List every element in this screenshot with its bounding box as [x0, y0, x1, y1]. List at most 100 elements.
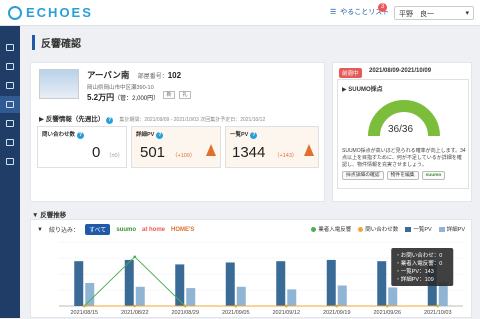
help-icon[interactable]: ? [77, 132, 85, 139]
response-section-title: 反響情報（先週比） [45, 116, 105, 123]
x-tick-label: 2021/08/15 [70, 310, 98, 316]
point-gyosha [133, 255, 137, 259]
chevron-down-icon: ▾ [465, 10, 469, 17]
tooltip-line: ・業者入電反響：0 [395, 259, 442, 267]
echoes-logo[interactable]: ECHOES [8, 5, 93, 20]
main-content: 反響確認 アーバン南 部屋番号：102 岡山県岡山市中区瀬390-10 5.2万… [20, 26, 480, 318]
todo-count-badge: 3 [378, 3, 387, 12]
top-bar: ECHOES ☰ やることリスト 3 平野 良一 ▾ [0, 0, 480, 26]
score-max: 36 [401, 124, 414, 135]
up-arrow-icon [206, 144, 216, 156]
kpi-inquiries: 問い合わせ数? 0 （±0） [37, 126, 127, 168]
bar-list-pv [175, 264, 185, 306]
kpi-list-pv: 一覧PV? 1344 （+143） [225, 126, 319, 168]
point-inquiry [133, 304, 137, 308]
sidebar-gear-icon[interactable] [0, 115, 20, 132]
kpi-label: 一覧PV? [230, 130, 258, 139]
x-tick-label: 2021/09/26 [373, 310, 401, 316]
status-badge: 前週中 [339, 68, 362, 78]
bar-detail-pv [388, 287, 398, 306]
todo-list-link[interactable]: ☰ やることリスト 3 [330, 3, 389, 17]
sidebar-calendar-icon[interactable] [0, 58, 20, 75]
trend-chart: 2021/08/15 2021/08/22 2021/08/29 2021/09/05… [59, 241, 463, 316]
kpi-value: 501 [140, 144, 166, 161]
help-icon[interactable]: ? [156, 132, 164, 139]
point-inquiry [436, 304, 440, 308]
score-gauge [368, 100, 440, 137]
response-section-header: ▶ 反響情報（先週比）? 集計期間：2021/09/09 - 2021/10/03… [39, 116, 266, 124]
trend-card: ▼ 絞り込み： すべて suumo at home HOME'S 業者入電反響 … [30, 219, 472, 318]
kpi-value: 1344 [232, 144, 266, 161]
kpi-delta: （+143） [274, 153, 298, 159]
x-tick-label: 2021/10/03 [424, 310, 452, 316]
room-number: 102 [167, 71, 182, 80]
x-tick-label: 2021/08/22 [121, 310, 149, 316]
kpi-label-text: 問い合わせ数 [42, 132, 76, 138]
rent-value: 5.2万円 [87, 93, 115, 102]
sidebar-building-icon[interactable] [0, 39, 20, 56]
bar-detail-pv [287, 289, 297, 306]
user-select[interactable]: 平野 良一 ▾ [394, 6, 474, 20]
list-icon: ☰ [330, 9, 337, 16]
x-tick-label: 2021/08/29 [171, 310, 199, 316]
sidebar-chat-icon[interactable] [0, 77, 20, 94]
kpi-delta: （±0） [106, 153, 124, 159]
property-card: アーバン南 部屋番号：102 岡山県岡山市中区瀬390-10 5.2万円（管：2… [30, 62, 325, 202]
logo-text: ECHOES [26, 5, 93, 20]
sidebar-camera-icon[interactable] [0, 153, 20, 170]
bar-detail-pv [135, 286, 145, 306]
condition-chips: 新 礼 [163, 91, 191, 99]
period-note: 集計期間：2021/09/09 - 2021/10/03 次回集計予定日：202… [119, 117, 266, 123]
suumo-description: SUUMO採点が高いほど見られる確率が向上します。34点以上を目指すために、何が… [342, 148, 466, 168]
bar-list-pv [326, 259, 336, 306]
help-icon[interactable]: ? [250, 132, 258, 139]
point-inquiry [385, 304, 389, 308]
suumo-buttons: 採点詳細の確認 物件を編集 suumo [342, 171, 446, 180]
kpi-label-text: 詳細PV [136, 132, 155, 138]
property-name-text: アーバン南 [87, 70, 130, 80]
fee-value: （管：2,000円） [114, 96, 160, 102]
property-thumbnail [39, 69, 79, 99]
trend-section-title: ▼ 反響推移 [32, 212, 67, 219]
tooltip-line: ・お問い合わせ：0 [395, 251, 442, 259]
kpi-value: 0 [92, 144, 101, 161]
up-arrow-icon [304, 144, 314, 156]
room-label: 部屋番号： [137, 74, 168, 80]
kpi-label-text: 一覧PV [230, 132, 249, 138]
sidebar [0, 26, 20, 318]
tooltip-line: ・一覧PV：143 [395, 267, 434, 275]
suumo-period: 2021/08/09-2021/10/09 [369, 68, 432, 74]
bar-list-pv [124, 259, 134, 306]
sidebar-monitor-icon[interactable] [0, 96, 20, 113]
trend-title-text: 反響推移 [40, 212, 67, 219]
bar-list-pv [276, 261, 286, 306]
suumo-card: 前週中 2021/08/09-2021/10/09 ▶ SUUMO採点 36/3… [332, 62, 472, 202]
score-detail-button[interactable]: 採点詳細の確認 [342, 171, 384, 180]
suumo-score-box: ▶ SUUMO採点 36/36 SUUMO採点が高いほど見られる確率が向上します… [337, 79, 469, 189]
kpi-delta: （+109） [172, 153, 196, 159]
point-inquiry [183, 304, 187, 308]
bar-detail-pv [85, 282, 95, 306]
kpi-detail-pv: 詳細PV? 501 （+109） [131, 126, 221, 168]
edit-property-button[interactable]: 物件を編集 [386, 171, 419, 180]
score-value: 36 [388, 124, 400, 135]
bar-list-pv [74, 261, 84, 306]
property-name: アーバン南 部屋番号：102 [87, 69, 181, 81]
point-inquiry [284, 304, 288, 308]
point-inquiry [234, 304, 238, 308]
user-name: 平野 良一 [399, 11, 434, 18]
x-tick-label: 2021/09/19 [323, 310, 351, 316]
logo-mark-icon [8, 5, 22, 20]
property-address: 岡山県岡山市中区瀬390-10 [87, 85, 154, 91]
help-icon[interactable]: ? [106, 117, 114, 124]
page-title: 反響確認 [32, 35, 81, 50]
bar-list-pv [377, 261, 387, 306]
chip-reikin: 礼 [179, 91, 191, 99]
bar-detail-pv [337, 285, 347, 306]
point-inquiry [335, 304, 339, 308]
property-price: 5.2万円（管：2,000円） [87, 92, 159, 103]
kpi-label: 詳細PV? [136, 130, 164, 139]
x-tick-label: 2021/09/12 [272, 310, 300, 316]
sidebar-edit-icon[interactable] [0, 134, 20, 151]
suumo-link-button[interactable]: suumo [421, 171, 446, 180]
